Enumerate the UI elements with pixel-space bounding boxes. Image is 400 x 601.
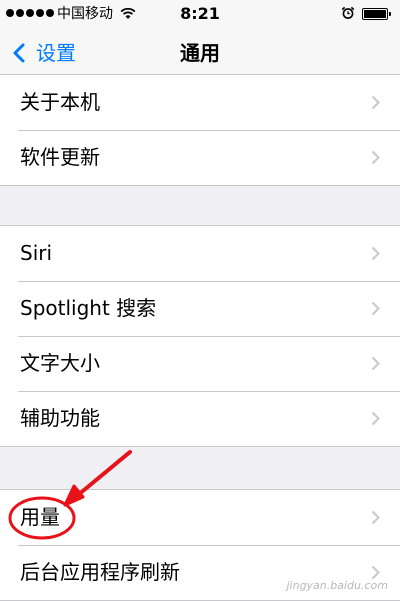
list-item-label: 后台应用程序刷新 [20, 560, 180, 584]
list-item-label: 辅助功能 [20, 406, 100, 430]
chevron-right-icon [371, 411, 380, 426]
list-item-spotlight-search[interactable]: Spotlight 搜索 [0, 281, 400, 336]
status-bar: 中国移动 8:21 [0, 0, 400, 28]
settings-group-features: Siri Spotlight 搜索 文字大小 辅助功能 [0, 225, 400, 447]
list-item-label: 关于本机 [20, 90, 100, 114]
status-time: 8:21 [180, 4, 220, 23]
watermark: jingyan.baidu.com [286, 579, 388, 592]
chevron-right-icon [371, 301, 380, 316]
list-item-about[interactable]: 关于本机 [0, 75, 400, 130]
chevron-right-icon [371, 356, 380, 371]
list-item-siri[interactable]: Siri [0, 226, 400, 281]
list-item-label: Spotlight 搜索 [20, 296, 157, 320]
list-item-label: 文字大小 [20, 351, 100, 375]
alarm-clock-icon [341, 6, 355, 19]
chevron-right-icon [371, 510, 380, 525]
chevron-right-icon [371, 150, 380, 165]
list-item-label: 用量 [20, 505, 60, 529]
battery-icon [362, 8, 391, 20]
page-title: 通用 [180, 41, 220, 65]
chevron-right-icon [371, 246, 380, 261]
list-item-usage[interactable]: 用量 [0, 490, 400, 545]
list-item-accessibility[interactable]: 辅助功能 [0, 391, 400, 446]
list-item-software-update[interactable]: 软件更新 [0, 130, 400, 185]
chevron-right-icon [371, 95, 380, 110]
list-item-label: 软件更新 [20, 145, 100, 169]
navigation-bar: 设置 通用 [0, 28, 400, 80]
chevron-right-icon [371, 565, 380, 580]
list-item-text-size[interactable]: 文字大小 [0, 336, 400, 391]
settings-group-about: 关于本机 软件更新 [0, 74, 400, 186]
list-item-label: Siri [20, 241, 53, 265]
